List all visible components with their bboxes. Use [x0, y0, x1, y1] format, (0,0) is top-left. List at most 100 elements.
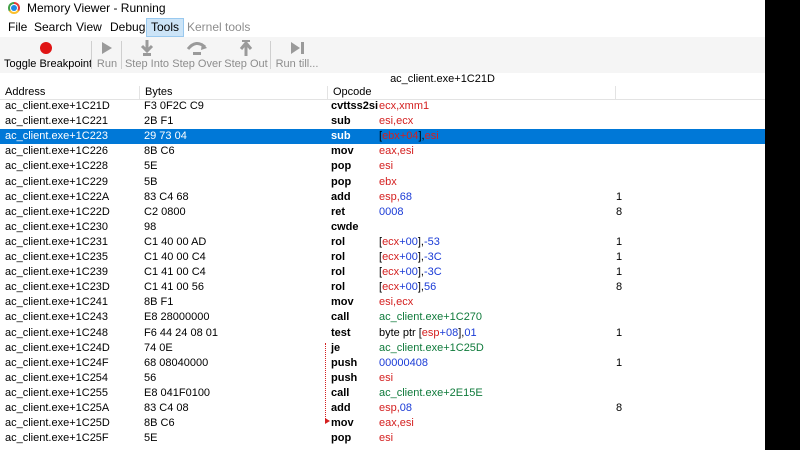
step-over-icon	[186, 42, 207, 55]
row-operands: ac_client.exe+1C270	[379, 310, 482, 325]
run-till-button[interactable]: Run till...	[274, 37, 320, 73]
step-out-icon	[239, 40, 253, 56]
operand-part: ac_client.exe+1C270	[379, 311, 483, 324]
row-operands: 00000408	[379, 356, 428, 371]
operand-part: 01	[464, 326, 477, 339]
row-operands: ebx	[379, 175, 397, 190]
disassembly-row[interactable]: ac_client.exe+1C228 5E pop esi	[0, 159, 765, 174]
row-bytes: 8B C6	[144, 145, 175, 158]
row-bytes: 74 0E	[144, 341, 173, 354]
disassembly-row[interactable]: ac_client.exe+1C25A 83 C4 08 add esp,08 8	[0, 401, 765, 416]
row-address: ac_client.exe+1C221	[5, 115, 109, 128]
row-address: ac_client.exe+1C226	[5, 145, 109, 158]
row-comment: 1	[616, 235, 623, 248]
debug-toolbar: Toggle Breakpoint Run Step Into Step Ove…	[0, 37, 765, 74]
step-out-label: Step Out	[224, 58, 268, 70]
step-over-button[interactable]: Step Over	[172, 37, 222, 73]
operand-part: 0008	[379, 205, 404, 218]
disassembly-row[interactable]: ac_client.exe+1C230 98 cwde	[0, 220, 765, 235]
row-address: ac_client.exe+1C231	[5, 235, 109, 248]
row-opcode: rol	[331, 235, 346, 248]
disassembly-row[interactable]: ac_client.exe+1C221 2B F1 sub esi,ecx	[0, 114, 765, 129]
operand-part: ecx	[382, 251, 400, 263]
column-comment[interactable]	[616, 86, 765, 99]
column-bytes[interactable]: Bytes	[140, 86, 328, 99]
menu-tools[interactable]: Tools	[146, 18, 185, 37]
row-operands: eax,esi	[379, 416, 414, 431]
row-address: ac_client.exe+1C22A	[5, 190, 110, 203]
disassembly-row[interactable]: ac_client.exe+1C223 29 73 04 sub [ebx+04],e…	[0, 129, 765, 145]
disassembly-row[interactable]: ac_client.exe+1C21D F3 0F2C C9 cvttss2si e…	[0, 99, 765, 114]
title-bar: Memory Viewer - Running	[0, 0, 765, 18]
column-address[interactable]: Address	[0, 86, 140, 99]
toggle-breakpoint-label: Toggle Breakpoint	[4, 58, 93, 70]
row-opcode: ret	[331, 205, 346, 218]
operand-part: esp,	[379, 190, 400, 203]
menu-view[interactable]: View	[72, 19, 106, 36]
row-operands: [ecx+00],-53	[379, 235, 440, 250]
row-address: ac_client.exe+1C254	[5, 371, 109, 384]
disassembly-row[interactable]: ac_client.exe+1C25D 8B C6 mov eax,esi	[0, 416, 765, 431]
row-address: ac_client.exe+1C229	[5, 175, 109, 188]
step-over-label: Step Over	[172, 58, 222, 70]
step-out-button[interactable]: Step Out	[224, 37, 268, 73]
disassembly-row[interactable]: ac_client.exe+1C254 56 push esi	[0, 371, 765, 386]
disassembly-list[interactable]: ac_client.exe+1C21D F3 0F2C C9 cvttss2si e…	[0, 99, 765, 450]
row-bytes: 98	[144, 220, 157, 233]
row-address: ac_client.exe+1C223	[5, 130, 109, 143]
disassembly-row[interactable]: ac_client.exe+1C243 E8 28000000 call ac_cli…	[0, 310, 765, 325]
menu-kernel-tools[interactable]: Kernel tools	[183, 19, 254, 36]
row-bytes: 8B C6	[144, 417, 175, 430]
disassembly-row[interactable]: ac_client.exe+1C22D C2 0800 ret 0008 8	[0, 205, 765, 220]
operand-part: esi	[379, 371, 394, 384]
row-operands: [ecx+00],-3C	[379, 265, 442, 280]
disassembly-row[interactable]: ac_client.exe+1C235 C1 40 00 C4 rol [ecx+00…	[0, 250, 765, 265]
row-opcode: mov	[331, 417, 354, 430]
disassembly-row[interactable]: ac_client.exe+1C23D C1 41 00 56 rol [ecx+00…	[0, 280, 765, 295]
column-opcode[interactable]: Opcode	[328, 86, 616, 99]
row-operands: eax,esi	[379, 144, 414, 159]
menu-search[interactable]: Search	[30, 19, 76, 36]
row-address: ac_client.exe+1C25A	[5, 402, 110, 414]
row-address: ac_client.exe+1C248	[5, 326, 109, 339]
disassembly-row[interactable]: ac_client.exe+1C248 F6 44 24 08 01 test byt…	[0, 326, 765, 341]
disassembly-row[interactable]: ac_client.exe+1C226 8B C6 mov eax,esi	[0, 144, 765, 159]
run-button[interactable]: Run	[95, 37, 119, 73]
disassembly-row[interactable]: ac_client.exe+1C241 8B F1 mov esi,ecx	[0, 295, 765, 310]
row-bytes: 8B F1	[144, 296, 174, 309]
row-opcode: cvttss2si	[331, 100, 379, 112]
disassembly-row[interactable]: ac_client.exe+1C231 C1 40 00 AD rol [ecx+00…	[0, 235, 765, 250]
column-headers: Address Bytes Opcode	[0, 86, 765, 100]
operand-part: ac_client.exe+2E15E	[379, 386, 483, 399]
row-address: ac_client.exe+1C239	[5, 266, 109, 279]
menu-file[interactable]: File	[4, 19, 31, 36]
current-address: ac_client.exe+1C21D	[390, 73, 495, 85]
toggle-breakpoint-button[interactable]: Toggle Breakpoint	[4, 37, 93, 73]
disassembly-row[interactable]: ac_client.exe+1C255 E8 041F0100 call ac_cli…	[0, 386, 765, 401]
step-into-button[interactable]: Step Into	[124, 37, 170, 73]
row-bytes: E8 041F0100	[144, 386, 211, 399]
operand-part: esi	[379, 160, 394, 173]
disassembly-row[interactable]: ac_client.exe+1C24D 74 0E je ac_client.exe+…	[0, 341, 765, 356]
disassembly-row[interactable]: ac_client.exe+1C24F 68 08040000 push 000004…	[0, 356, 765, 371]
disassembly-row[interactable]: ac_client.exe+1C239 C1 41 00 C4 rol [ecx+00…	[0, 265, 765, 280]
row-opcode: add	[331, 402, 351, 414]
toolbar-separator	[121, 41, 122, 69]
step-into-icon	[140, 40, 154, 56]
operand-part: 68	[399, 190, 413, 203]
row-bytes: F6 44 24 08 01	[144, 326, 219, 339]
memory-viewer-window: Memory Viewer - Running File Search View…	[0, 0, 765, 450]
operand-part: esp	[421, 326, 440, 339]
operand-part: +04	[399, 130, 419, 143]
menu-debug[interactable]: Debug	[106, 19, 149, 36]
disassembly-row[interactable]: ac_client.exe+1C22A 83 C4 68 add esp,68 1	[0, 190, 765, 205]
disassembly-row[interactable]: ac_client.exe+1C229 5B pop ebx	[0, 175, 765, 190]
row-comment: 8	[616, 402, 623, 414]
row-comment: 1	[616, 356, 623, 369]
operand-part: esi,ecx	[379, 296, 414, 309]
disassembly-row[interactable]: ac_client.exe+1C25F 5E pop esi	[0, 431, 765, 446]
row-address: ac_client.exe+1C22D	[5, 205, 110, 218]
row-operands: esp,08	[379, 401, 412, 416]
row-opcode: cwde	[331, 220, 359, 233]
row-address: ac_client.exe+1C255	[5, 386, 109, 399]
